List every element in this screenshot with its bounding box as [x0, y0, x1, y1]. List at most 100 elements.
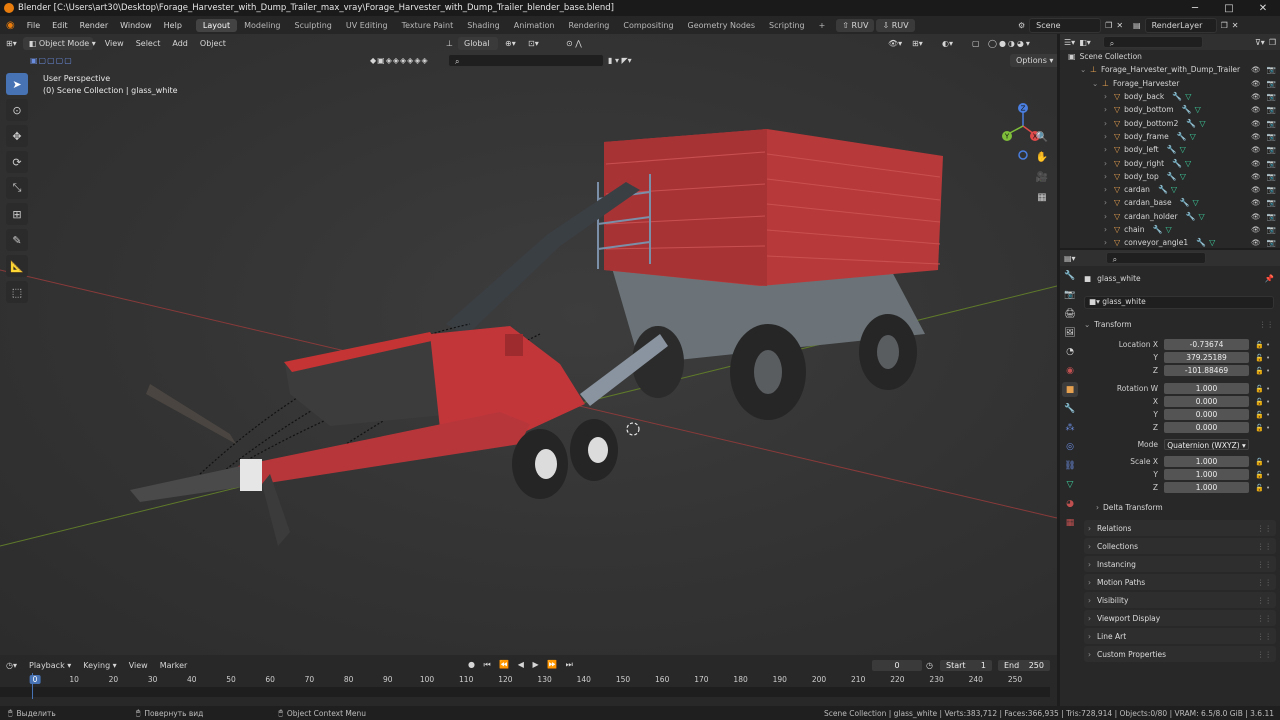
camera-render-icon[interactable]: 📷 [1267, 119, 1276, 128]
outliner-search-input[interactable]: ⌕ [1102, 36, 1203, 48]
rotation-mode-dropdown[interactable]: Quaternion (WXYZ) ▾ [1164, 439, 1249, 450]
tab-rendering[interactable]: Rendering [562, 19, 617, 32]
blender-menu-icon[interactable]: ◉ [0, 20, 21, 31]
select-tool[interactable]: ➤ [6, 73, 28, 95]
data-tab-icon[interactable]: ▽ [1062, 477, 1078, 492]
menu-view[interactable]: View [99, 39, 130, 48]
scale-z-field[interactable]: 1.000 [1164, 482, 1249, 493]
texture-tab-icon[interactable]: ▦ [1062, 515, 1078, 530]
transform-tool[interactable]: ⊞ [6, 203, 28, 225]
eye-icon[interactable]: 👁 [1251, 79, 1261, 88]
expand-arrow-icon[interactable]: › [1104, 172, 1114, 181]
tab-compositing[interactable]: Compositing [616, 19, 680, 32]
render-layer-selector[interactable]: RenderLayer [1144, 17, 1217, 33]
outliner-item[interactable]: › ▽ body_bottom 🔧 ▽ 👁 📷 [1060, 103, 1280, 116]
expand-arrow-icon[interactable]: › [1104, 145, 1114, 154]
drag-handle-icon[interactable]: ⋮⋮ [1257, 524, 1272, 533]
panel-instancing[interactable]: › Instancing ⋮⋮ [1084, 556, 1276, 572]
camera-render-icon[interactable]: 📷 [1267, 145, 1276, 154]
rotate-tool[interactable]: ⟳ [6, 151, 28, 173]
scale-x-field[interactable]: 1.000 [1164, 456, 1249, 467]
filter-icon[interactable]: ⊽▾ [1255, 38, 1265, 47]
physics-tab-icon[interactable]: ◎ [1062, 439, 1078, 454]
lock-icon[interactable]: 🔓 • [1255, 458, 1270, 466]
output-tab-icon[interactable]: 🖨 [1062, 306, 1078, 321]
menu-window[interactable]: Window [114, 21, 158, 30]
lock-icon[interactable]: 🔓 • [1255, 385, 1270, 393]
outliner-item[interactable]: › ▽ chain 🔧 ▽ 👁 📷 [1060, 223, 1280, 236]
camera-render-icon[interactable]: 📷 [1267, 172, 1276, 181]
camera-render-icon[interactable]: 📷 [1267, 198, 1276, 207]
eye-icon[interactable]: 👁 [1251, 132, 1261, 141]
camera-render-icon[interactable]: 📷 [1267, 225, 1276, 234]
pin-icon[interactable]: 📌 [1265, 274, 1274, 283]
outliner-item[interactable]: › ▽ body_back 🔧 ▽ 👁 📷 [1060, 90, 1280, 103]
panel-visibility[interactable]: › Visibility ⋮⋮ [1084, 592, 1276, 608]
shading-modes-icon[interactable]: ◯●◑◕▾ [988, 39, 1032, 48]
close-button[interactable]: ✕ [1246, 0, 1280, 16]
drag-handle-icon[interactable]: ⋮⋮ [1257, 632, 1272, 641]
camera-render-icon[interactable]: 📷 [1267, 79, 1276, 88]
outliner-item[interactable]: › ▽ body_left 🔧 ▽ 👁 📷 [1060, 143, 1280, 156]
rotation-w-field[interactable]: 1.000 [1164, 383, 1249, 394]
eye-icon[interactable]: 👁 [1251, 65, 1261, 74]
particles-tab-icon[interactable]: ⁂ [1062, 420, 1078, 435]
constraints-tab-icon[interactable]: ⛓ [1062, 458, 1078, 473]
world-tab-icon[interactable]: ◉ [1062, 363, 1078, 378]
expand-arrow-icon[interactable]: ⌄ [1092, 79, 1102, 88]
expand-arrow-icon[interactable]: › [1104, 185, 1114, 194]
eye-icon[interactable]: 👁 [1251, 225, 1261, 234]
new-collection-icon[interactable]: ❐ [1269, 38, 1276, 47]
lock-icon[interactable]: 🔓 • [1255, 367, 1270, 375]
object-name[interactable]: glass_white [1097, 274, 1141, 283]
viewport-extra-icons[interactable]: ▮ ▾ ◤▾ [608, 56, 632, 65]
outliner-root[interactable]: ▣ Scene Collection [1060, 50, 1280, 63]
drag-handle-icon[interactable]: ⋮⋮ [1257, 614, 1272, 623]
tab-uv-editing[interactable]: UV Editing [339, 19, 395, 32]
new-scene-icon[interactable]: ❐ [1105, 21, 1112, 30]
object-name-field[interactable]: ■▾ glass_white [1084, 296, 1274, 309]
add-cube-tool[interactable]: ⬚ [6, 281, 28, 303]
camera-render-icon[interactable]: 📷 [1267, 185, 1276, 194]
properties-editor-icon[interactable]: ▤▾ [1064, 254, 1076, 263]
expand-arrow-icon[interactable]: › [1104, 159, 1114, 168]
outliner-item[interactable]: ⌄ ⊥ Forage_Harvester_with_Dump_Trailer 👁 📷 [1060, 63, 1280, 76]
menu-object[interactable]: Object [194, 39, 232, 48]
outliner-item[interactable]: › ▽ body_frame 🔧 ▽ 👁 📷 [1060, 130, 1280, 143]
scene-selector[interactable]: Scene [1029, 17, 1102, 33]
lock-icon[interactable]: 🔓 • [1255, 484, 1270, 492]
expand-arrow-icon[interactable]: › [1104, 92, 1114, 101]
options-dropdown[interactable]: Options ▾ [1010, 53, 1057, 67]
location-z-field[interactable]: -101.88469 [1164, 365, 1249, 376]
scene-tab-icon[interactable]: ◔ [1062, 344, 1078, 359]
measure-tool[interactable]: 📐 [6, 255, 28, 277]
expand-arrow-icon[interactable]: ⌄ [1080, 65, 1090, 74]
pivot-icon[interactable]: ⊕▾ [505, 39, 516, 48]
cursor-tool[interactable]: ⊙ [6, 99, 28, 121]
snap-icon[interactable]: ⊡▾ [528, 39, 539, 48]
eye-icon[interactable]: 👁 [1251, 185, 1261, 194]
drag-handle-icon[interactable]: ⋮⋮ [1257, 578, 1272, 587]
tab-texture-paint[interactable]: Texture Paint [395, 19, 461, 32]
modifier-tab-icon[interactable]: 🔧 [1062, 401, 1078, 416]
panel-viewport-display[interactable]: › Viewport Display ⋮⋮ [1084, 610, 1276, 626]
eye-icon[interactable]: 👁 [1251, 238, 1261, 247]
outliner-editor-icon[interactable]: ☰▾ [1064, 38, 1075, 47]
menu-edit[interactable]: Edit [46, 21, 74, 30]
outliner-item[interactable]: › ▽ cardan 🔧 ▽ 👁 📷 [1060, 183, 1280, 196]
camera-render-icon[interactable]: 📷 [1267, 105, 1276, 114]
rotation-z-field[interactable]: 0.000 [1164, 422, 1249, 433]
view-layer-tab-icon[interactable]: 🖼 [1062, 325, 1078, 340]
overlay-toggle-icon[interactable]: ◐▾ [942, 39, 953, 48]
tab-animation[interactable]: Animation [507, 19, 562, 32]
panel-relations[interactable]: › Relations ⋮⋮ [1084, 520, 1276, 536]
drag-handle-icon[interactable]: ⋮⋮ [1257, 650, 1272, 659]
camera-render-icon[interactable]: 📷 [1267, 212, 1276, 221]
lock-icon[interactable]: 🔓 • [1255, 411, 1270, 419]
expand-arrow-icon[interactable]: › [1104, 132, 1114, 141]
expand-arrow-icon[interactable]: › [1104, 105, 1114, 114]
panel-custom-properties[interactable]: › Custom Properties ⋮⋮ [1084, 646, 1276, 662]
gizmo-toggle-icon[interactable]: ⊞▾ [912, 39, 923, 48]
camera-render-icon[interactable]: 📷 [1267, 92, 1276, 101]
eye-icon[interactable]: 👁 [1251, 198, 1261, 207]
